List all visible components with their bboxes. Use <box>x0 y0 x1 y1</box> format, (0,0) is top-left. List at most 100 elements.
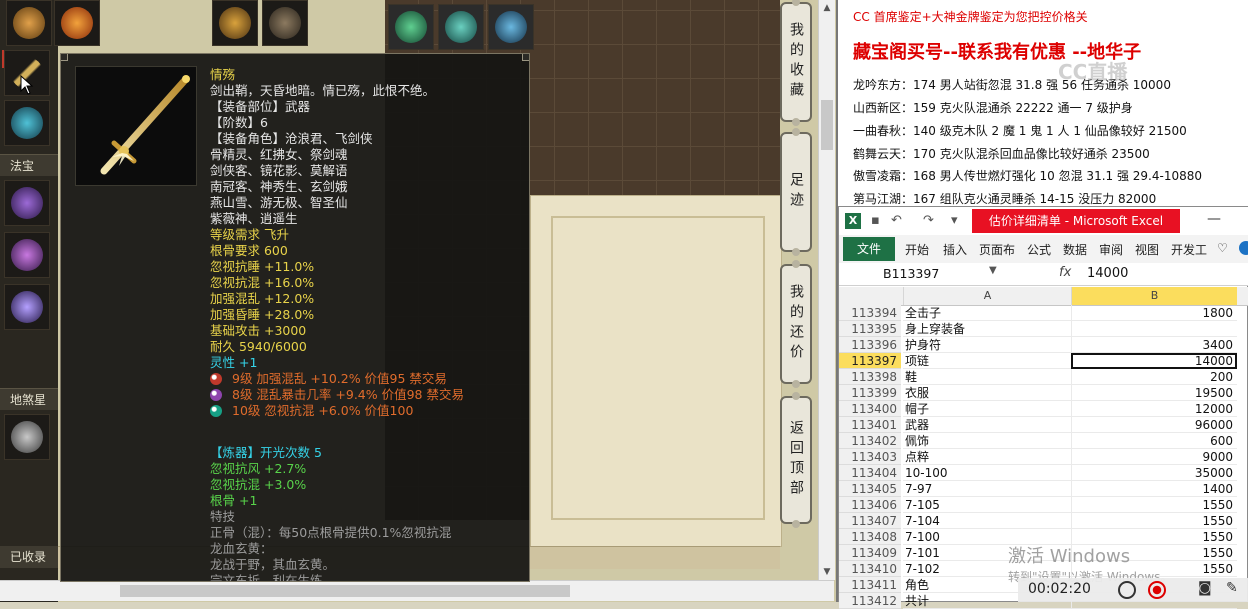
column-header-b[interactable]: B <box>1071 287 1237 305</box>
tab-my-counteroffers[interactable]: 我的还价 <box>780 260 812 388</box>
cell-a[interactable]: 帽子 <box>903 401 1071 417</box>
scroll-down-arrow-icon[interactable]: ▼ <box>819 564 835 580</box>
save-icon[interactable]: ▪ <box>871 213 880 228</box>
cell-a[interactable]: 身上穿装备 <box>903 321 1071 337</box>
item-slot[interactable] <box>6 0 52 46</box>
cell-a[interactable]: 项链 <box>903 353 1071 369</box>
row-number[interactable]: 113412 <box>839 593 901 609</box>
tab-view[interactable]: 视图 <box>1135 241 1159 258</box>
tab-footprints[interactable]: 足迹 <box>780 128 812 256</box>
row-number[interactable]: 113407 <box>839 513 901 529</box>
item-slot[interactable] <box>212 0 258 46</box>
tab-data[interactable]: 数据 <box>1063 241 1087 258</box>
item-slot[interactable] <box>4 180 50 226</box>
cell-a[interactable]: 鞋 <box>903 369 1071 385</box>
function-icon[interactable]: fx <box>1059 265 1071 280</box>
cell-a[interactable]: 7-104 <box>903 513 1071 529</box>
cell-a[interactable]: 10-100 <box>903 465 1071 481</box>
item-slot[interactable] <box>438 4 484 50</box>
redo-icon[interactable]: ↷ <box>923 213 934 228</box>
tab-file[interactable]: 文件 <box>843 237 895 261</box>
row-number[interactable]: 113405 <box>839 481 901 497</box>
row-number[interactable]: 113409 <box>839 545 901 561</box>
cell-b[interactable]: 1400 <box>1071 481 1237 497</box>
cell-a[interactable]: 衣服 <box>903 385 1071 401</box>
cell-b-selected[interactable]: 14000 <box>1071 353 1237 369</box>
cell-b[interactable]: 200 <box>1071 369 1237 385</box>
cell-b[interactable]: 1550 <box>1071 513 1237 529</box>
tab-formulas[interactable]: 公式 <box>1027 241 1051 258</box>
pen-icon[interactable]: ✎ <box>1226 580 1238 596</box>
pause-button[interactable] <box>1118 581 1136 599</box>
scroll-thumb[interactable] <box>821 100 833 150</box>
item-stat-line: 【装备部位】武器 <box>210 99 311 114</box>
cell-a[interactable]: 护身符 <box>903 337 1071 353</box>
tab-review[interactable]: 审阅 <box>1099 241 1123 258</box>
cell-a[interactable]: 7-97 <box>903 481 1071 497</box>
cell-b[interactable]: 35000 <box>1071 465 1237 481</box>
item-slot[interactable] <box>54 0 100 46</box>
row-number[interactable]: 113395 <box>839 321 901 337</box>
row-number[interactable]: 113406 <box>839 497 901 513</box>
horizontal-scrollbar[interactable] <box>0 580 834 601</box>
category-fabao[interactable]: 法宝 <box>0 154 58 176</box>
item-slot[interactable] <box>4 284 50 330</box>
tab-back-to-top[interactable]: 返回顶部 <box>780 392 812 528</box>
excel-titlebar: X ▪ ↶ ↷ ▾ 估价详细清单 - Microsoft Excel — <box>839 207 1248 235</box>
tab-my-favorites[interactable]: 我的收藏 <box>780 0 812 126</box>
scroll-thumb[interactable] <box>120 585 570 597</box>
cell-a[interactable]: 武器 <box>903 417 1071 433</box>
cell-b[interactable]: 1800 <box>1071 305 1237 321</box>
cell-b[interactable]: 9000 <box>1071 449 1237 465</box>
category-disha[interactable]: 地煞星 <box>0 388 58 410</box>
row-number[interactable]: 113402 <box>839 433 901 449</box>
cell-b[interactable]: 1550 <box>1071 497 1237 513</box>
stop-button[interactable] <box>1148 581 1166 599</box>
row-number[interactable]: 113401 <box>839 417 901 433</box>
cell-b[interactable]: 600 <box>1071 433 1237 449</box>
item-slot[interactable] <box>262 0 308 46</box>
cell-b[interactable]: 96000 <box>1071 417 1237 433</box>
tab-developer[interactable]: 开发工 <box>1171 241 1207 258</box>
row-number[interactable]: 113404 <box>839 465 901 481</box>
cell-b[interactable]: 19500 <box>1071 385 1237 401</box>
row-number[interactable]: 113399 <box>839 385 901 401</box>
cell-a[interactable]: 佩饰 <box>903 433 1071 449</box>
row-number[interactable]: 113397 <box>839 353 901 369</box>
row-number[interactable]: 113396 <box>839 337 901 353</box>
row-number[interactable]: 113411 <box>839 577 901 593</box>
item-slot[interactable] <box>388 4 434 50</box>
scroll-up-arrow-icon[interactable]: ▲ <box>819 0 835 16</box>
cell-b[interactable]: 3400 <box>1071 337 1237 353</box>
row-number[interactable]: 113410 <box>839 561 901 577</box>
name-box-dropdown-icon[interactable]: ▼ <box>989 265 997 276</box>
column-header-a[interactable]: A <box>903 287 1071 305</box>
row-number[interactable]: 113403 <box>839 449 901 465</box>
item-slot[interactable] <box>4 100 50 146</box>
camera-icon[interactable]: ◙ <box>1198 580 1212 596</box>
cell-b[interactable] <box>1071 321 1237 337</box>
row-number[interactable]: 113400 <box>839 401 901 417</box>
tab-insert[interactable]: 插入 <box>943 241 967 258</box>
row-number[interactable]: 113394 <box>839 305 901 321</box>
cell-a[interactable]: 点粹 <box>903 449 1071 465</box>
gem-icon <box>210 373 222 385</box>
customize-toolbar-icon[interactable]: ▾ <box>951 213 958 228</box>
tab-page-layout[interactable]: 页面布 <box>979 241 1015 258</box>
collapse-ribbon-icon[interactable]: ♡ <box>1217 241 1228 255</box>
tab-home[interactable]: 开始 <box>905 241 929 258</box>
help-icon[interactable] <box>1239 241 1248 255</box>
cell-a[interactable]: 7-105 <box>903 497 1071 513</box>
cell-a[interactable]: 全击子 <box>903 305 1071 321</box>
minimize-icon[interactable]: — <box>1207 211 1221 227</box>
cell-b[interactable]: 12000 <box>1071 401 1237 417</box>
undo-icon[interactable]: ↶ <box>891 213 902 228</box>
character-portrait[interactable] <box>4 414 50 460</box>
row-number[interactable]: 113408 <box>839 529 901 545</box>
row-number[interactable]: 113398 <box>839 369 901 385</box>
formula-input[interactable]: 14000 <box>1087 265 1128 283</box>
item-slot[interactable] <box>4 232 50 278</box>
name-box[interactable]: B113397 <box>843 265 993 283</box>
item-slot[interactable] <box>488 4 534 50</box>
vertical-scrollbar[interactable]: ▲ ▼ <box>818 0 835 580</box>
